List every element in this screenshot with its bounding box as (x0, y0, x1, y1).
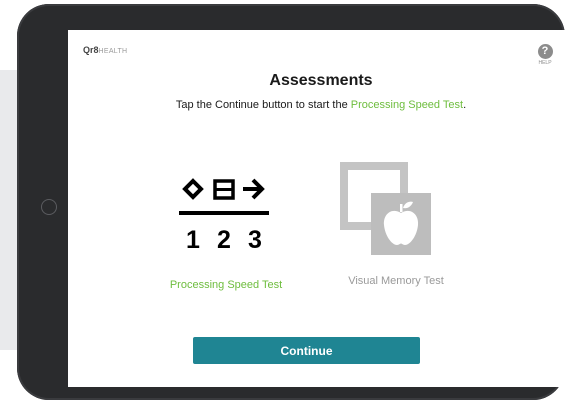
app-logo: Qr8HEALTH (83, 45, 127, 55)
subtitle-highlight: Processing Speed Test (350, 99, 464, 111)
help-button[interactable]: ? HELP (534, 44, 556, 66)
apple-cards-icon (340, 162, 431, 255)
logo-brand-sub: HEALTH (98, 48, 128, 55)
symbol-digit-icon: 1 2 3 (179, 178, 269, 254)
digit-one: 1 (186, 226, 200, 254)
page-subtitle: Tap the Continue button to start the Pro… (68, 99, 565, 111)
continue-button[interactable]: Continue (193, 337, 420, 364)
subtitle-end: . (463, 99, 467, 111)
digit-three: 3 (248, 226, 262, 254)
help-icon[interactable]: ? (537, 44, 553, 59)
help-label: HELP (538, 60, 552, 66)
app-screen: Qr8HEALTH ? HELP Assessments Tap the Con… (68, 30, 565, 387)
processing-speed-test-card[interactable]: 1 2 3 Processing Speed Test (146, 168, 306, 291)
tablet-frame: Qr8HEALTH ? HELP Assessments Tap the Con… (17, 4, 565, 400)
subtitle-text: Tap the Continue button to start the (175, 99, 351, 111)
logo-brand: Qr8 (83, 45, 99, 55)
processing-speed-test-label: Processing Speed Test (169, 279, 283, 291)
page-title: Assessments (269, 72, 373, 89)
digit-two: 2 (217, 226, 231, 254)
home-button[interactable] (41, 199, 57, 215)
visual-memory-test-card[interactable]: Visual Memory Test (321, 158, 471, 287)
visual-memory-test-label: Visual Memory Test (348, 275, 444, 287)
